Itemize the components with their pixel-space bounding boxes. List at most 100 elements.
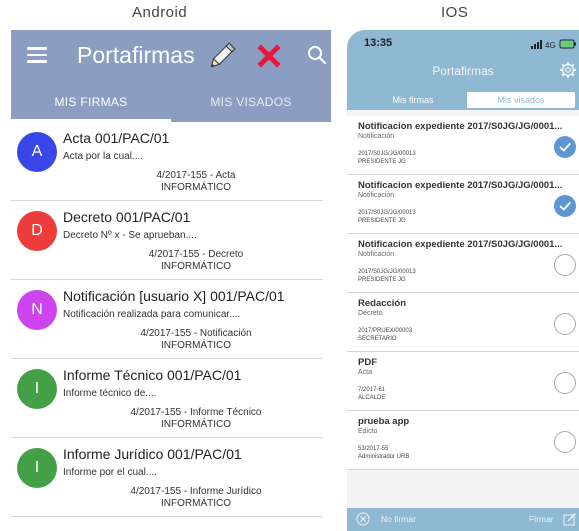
firmar-button[interactable]: Firmar [529, 514, 554, 524]
network-label: 4G [545, 41, 556, 50]
item-reference: 53/2017-55 [358, 446, 389, 452]
avatar: I [17, 448, 57, 488]
list-item[interactable]: PDF Acta 7/2017-61 ALCALDE [347, 352, 579, 411]
checkmark-circle-icon[interactable] [554, 195, 576, 217]
android-app-title: Portafirmas [77, 42, 195, 68]
list-item[interactable]: Notificacion expediente 2017/S0JG/JG/000… [347, 175, 579, 234]
item-type: Acta [358, 369, 373, 376]
empty-circle-icon[interactable] [554, 254, 576, 276]
item-subtitle: Informe técnico de.... [63, 388, 157, 399]
list-item[interactable]: A Acta 001/PAC/01 Acta por la cual.... 4… [11, 122, 323, 201]
list-item[interactable]: D Decreto 001/PAC/01 Decreto Nº x - Se a… [11, 201, 323, 280]
item-meta: 7/2017-61 ALCALDE [358, 386, 385, 402]
item-reference: 2017/S0JG/JG/00013 [358, 269, 416, 275]
item-title: Informe Técnico 001/PAC/01 [63, 367, 242, 383]
avatar: N [17, 290, 57, 330]
item-reference: 2017/S0JG/JG/00013 [358, 210, 416, 216]
item-subtitle: Notificación realizada para comunicar...… [63, 309, 241, 320]
pencil-icon[interactable] [206, 40, 238, 72]
segment-mis-visados[interactable]: Mis visados [467, 92, 575, 108]
item-meta: 4/2017-155 - Notificación INFORMÁTICO [111, 328, 281, 352]
item-owner: SECRETARIO [358, 336, 397, 342]
item-title: Decreto 001/PAC/01 [63, 209, 191, 225]
no-firmar-button[interactable]: No firmar [381, 514, 416, 524]
item-type: Edicto [358, 428, 378, 435]
item-meta: 2017/S0JG/JG/00013 PRESIDENTE JG [358, 268, 416, 284]
item-title: Notificación [usuario X] 001/PAC/01 [63, 288, 285, 304]
item-meta: 2017/S0JG/JG/00013 PRESIDENTE JG [358, 209, 416, 225]
item-reference: 4/2017-155 - Informe Jurídico [130, 486, 262, 497]
list-item[interactable]: N Notificación [usuario X] 001/PAC/01 No… [11, 280, 323, 359]
item-title: Informe Jurídico 001/PAC/01 [63, 446, 242, 462]
item-reference: 4/2017-155 - Informe Técnico [130, 407, 262, 418]
empty-circle-icon[interactable] [554, 431, 576, 453]
item-subtitle: Decreto Nº x - Se aprueban.... [63, 230, 197, 241]
item-department: INFORMÁTICO [161, 498, 231, 509]
list-item[interactable]: prueba app Edicto 53/2017-55 Administrad… [347, 411, 579, 470]
tab-mis-visados[interactable]: MIS VISADOS [171, 82, 331, 122]
item-meta: 4/2017-155 - Acta INFORMÁTICO [111, 170, 281, 194]
search-icon[interactable] [307, 45, 327, 65]
avatar: A [17, 132, 57, 172]
list-item[interactable]: I Informe Técnico 001/PAC/01 Informe téc… [11, 359, 323, 438]
item-owner: ALCALDE [358, 395, 386, 401]
item-reference: 2017/PRUEX/00003 [358, 328, 413, 334]
ios-platform-label: IOS [441, 4, 469, 21]
item-reference: 7/2017-61 [358, 387, 386, 393]
ios-app-title: Portafirmas [432, 64, 494, 78]
android-tab-bar: MIS FIRMAS MIS VISADOS [11, 82, 331, 122]
item-reference: 4/2017-155 - Decreto [148, 249, 244, 260]
avatar: D [17, 211, 57, 251]
segmented-control: Mis firmas Mis visados [358, 91, 576, 109]
empty-circle-icon[interactable] [554, 313, 576, 335]
item-meta: 4/2017-155 - Informe Jurídico INFORMÁTIC… [111, 486, 281, 510]
gear-icon[interactable] [559, 61, 577, 79]
item-meta: 53/2017-55 Administrador URB [358, 445, 409, 461]
item-type: Notificación [358, 133, 395, 140]
close-icon[interactable] [257, 44, 281, 68]
item-owner: PRESIDENTE JG [358, 277, 406, 283]
list-item[interactable]: Notificacion expediente 2017/S0JG/JG/000… [347, 234, 579, 293]
item-meta: 2017/PRUEX/00003 SECRETARIO [358, 327, 412, 343]
list-item[interactable]: I Informe Jurídico 001/PAC/01 Informe po… [11, 438, 323, 517]
item-subtitle: Informe por el cual.... [63, 467, 157, 478]
item-reference: 4/2017-155 - Notificación [140, 328, 252, 339]
item-type: Notificación [358, 192, 395, 199]
item-reference: 2017/S0JG/JG/00013 [358, 151, 416, 157]
android-screen: Portafirmas MIS FIRMAS MIS VISADOS A Act… [11, 30, 331, 531]
item-title: PDF [358, 357, 377, 368]
android-app-bar: Portafirmas [11, 30, 331, 82]
item-department: INFORMÁTICO [161, 261, 231, 272]
list-item[interactable]: Redacción Decreto 2017/PRUEX/00003 SECRE… [347, 293, 579, 352]
item-title: Redacción [358, 298, 407, 309]
avatar: I [17, 369, 57, 409]
ios-screen: 13:35 4G Portafirmas Mis firmas Mis visa [347, 30, 579, 531]
close-circle-icon[interactable] [356, 512, 370, 526]
item-meta: 4/2017-155 - Decreto INFORMÁTICO [111, 249, 281, 273]
item-title: Notificacion expediente 2017/S0JG/JG/000… [358, 180, 563, 191]
menu-icon[interactable] [27, 47, 47, 63]
list-item[interactable]: Notificacion expediente 2017/S0JG/JG/000… [347, 116, 579, 175]
item-title: prueba app [358, 416, 410, 427]
empty-circle-icon[interactable] [554, 372, 576, 394]
item-subtitle: Acta por la cual.... [63, 151, 144, 162]
item-department: INFORMÁTICO [161, 182, 231, 193]
tab-mis-firmas[interactable]: MIS FIRMAS [11, 82, 171, 122]
item-type: Notificación [358, 251, 395, 258]
item-owner: PRESIDENTE JG [358, 159, 406, 165]
item-title: Acta 001/PAC/01 [63, 130, 170, 146]
status-time: 13:35 [364, 37, 393, 49]
sign-edit-icon[interactable] [563, 512, 577, 526]
segment-mis-firmas[interactable]: Mis firmas [359, 92, 467, 108]
item-meta: 4/2017-155 - Informe Técnico INFORMÁTICO [111, 407, 281, 431]
checkmark-circle-icon[interactable] [554, 136, 576, 158]
android-document-list: A Acta 001/PAC/01 Acta por la cual.... 4… [11, 122, 331, 517]
ios-document-list: Notificacion expediente 2017/S0JG/JG/000… [347, 116, 579, 470]
item-owner: PRESIDENTE JG [358, 218, 406, 224]
status-bar-icons: 4G [531, 39, 576, 50]
android-platform-label: Android [132, 4, 188, 21]
item-title: Notificacion expediente 2017/S0JG/JG/000… [358, 121, 563, 132]
ios-header: 13:35 4G Portafirmas Mis firmas Mis visa [347, 30, 579, 110]
item-title: Notificacion expediente 2017/S0JG/JG/000… [358, 239, 563, 250]
ios-bottom-toolbar: No firmar Firmar [347, 508, 579, 531]
